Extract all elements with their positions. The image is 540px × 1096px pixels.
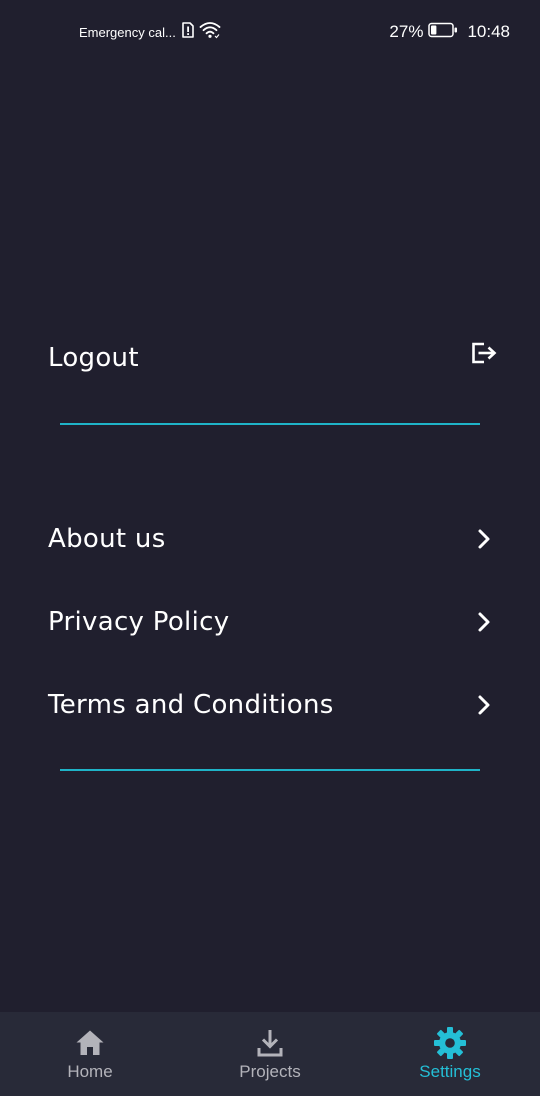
logout-label: Logout xyxy=(48,343,139,373)
chevron-right-icon xyxy=(470,525,498,553)
privacy-policy-label: Privacy Policy xyxy=(48,607,230,637)
nav-home-label: Home xyxy=(67,1062,113,1081)
terms-and-conditions-label: Terms and Conditions xyxy=(48,690,334,720)
download-icon xyxy=(253,1026,287,1060)
gear-icon xyxy=(433,1026,467,1060)
carrier-text: Emergency cal... xyxy=(79,24,176,40)
chevron-right-icon xyxy=(470,608,498,636)
battery-percent: 27% xyxy=(389,22,424,41)
about-us-row[interactable]: About us xyxy=(48,509,498,569)
nav-projects-label: Projects xyxy=(239,1062,301,1081)
bottom-nav: Home Projects Settings xyxy=(0,1012,540,1096)
logout-icon xyxy=(470,339,498,367)
about-us-label: About us xyxy=(48,524,166,554)
section-divider xyxy=(60,423,480,425)
logout-row[interactable]: Logout xyxy=(48,328,498,388)
status-left: Emergency cal... xyxy=(79,22,221,42)
status-right: 27% 10:48 xyxy=(389,21,510,43)
battery-icon xyxy=(428,22,458,42)
nav-home[interactable]: Home xyxy=(0,1012,180,1096)
section-divider xyxy=(60,769,480,771)
nav-settings-label: Settings xyxy=(419,1062,481,1081)
nav-settings[interactable]: Settings xyxy=(360,1012,540,1096)
nav-projects[interactable]: Projects xyxy=(180,1012,360,1096)
terms-and-conditions-row[interactable]: Terms and Conditions xyxy=(48,675,498,735)
sim-alert-icon xyxy=(181,22,194,42)
home-icon xyxy=(73,1026,107,1060)
privacy-policy-row[interactable]: Privacy Policy xyxy=(48,592,498,652)
wifi-icon xyxy=(199,21,221,43)
clock: 10:48 xyxy=(467,22,510,41)
chevron-right-icon xyxy=(470,691,498,719)
status-bar: Emergency cal... 27% 10:48 xyxy=(0,0,540,62)
